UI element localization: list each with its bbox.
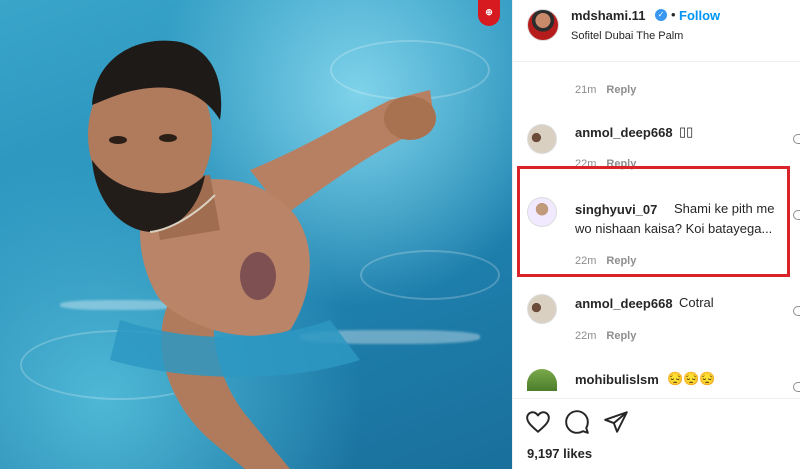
post-photo[interactable]: ⊕ — [0, 0, 512, 469]
follow-button[interactable]: Follow — [679, 8, 720, 23]
profile-avatar[interactable] — [527, 9, 559, 41]
comment-text: 😔😔😔 — [667, 371, 716, 386]
reply-button[interactable]: Reply — [606, 330, 636, 342]
reply-button[interactable]: Reply — [606, 84, 636, 96]
comment-meta: 22m Reply — [575, 255, 636, 267]
comment-like-icon[interactable] — [793, 382, 800, 392]
commenter-avatar[interactable] — [527, 124, 557, 154]
commenter-avatar[interactable] — [527, 369, 557, 391]
commenter-avatar[interactable] — [527, 197, 557, 227]
comment-time: 22m — [575, 255, 597, 267]
team-logo-badge: ⊕ — [478, 0, 500, 26]
post-header: mdshami.11 ✓ • Follow Sofitel Dubai The … — [513, 0, 800, 62]
reply-button[interactable]: Reply — [606, 158, 636, 170]
comment-like-icon[interactable] — [793, 210, 800, 220]
commenter-avatar[interactable] — [527, 294, 557, 324]
share-icon[interactable] — [603, 409, 629, 435]
post-location[interactable]: Sofitel Dubai The Palm — [571, 30, 683, 42]
separator-dot: • — [671, 7, 676, 22]
comment-time: 22m — [575, 158, 597, 170]
post-username[interactable]: mdshami.11 — [571, 8, 645, 23]
comment-text: Shami ke pith me — [674, 201, 775, 216]
comment-meta: 21m Reply — [575, 84, 636, 96]
swimmer-figure — [88, 40, 436, 469]
comment-icon[interactable] — [564, 409, 590, 435]
comment-username[interactable]: singhyuvi_07 — [575, 202, 657, 217]
post-actions-bar: 9,197 likes — [513, 398, 800, 469]
likes-count[interactable]: 9,197 likes — [527, 446, 592, 461]
comment-text-line2: wo nishaan kaisa? Koi batayega... — [575, 221, 773, 236]
heart-icon[interactable] — [525, 409, 551, 435]
comment-like-icon[interactable] — [793, 134, 800, 144]
comment-text: ▯▯ — [679, 124, 694, 139]
comment-meta: 22m Reply — [575, 330, 636, 342]
comment-username[interactable]: anmol_deep668 — [575, 125, 673, 140]
comment-username[interactable]: mohibulislsm — [575, 372, 659, 387]
comment-like-icon[interactable] — [793, 306, 800, 316]
comment-text: Cotral — [679, 295, 714, 310]
post-side-panel: mdshami.11 ✓ • Follow Sofitel Dubai The … — [512, 0, 800, 469]
reply-button[interactable]: Reply — [606, 255, 636, 267]
comment-time: 21m — [575, 84, 597, 96]
comment-time: 22m — [575, 330, 597, 342]
verified-badge-icon: ✓ — [655, 9, 667, 21]
comment-meta: 22m Reply — [575, 158, 636, 170]
comment-username[interactable]: anmol_deep668 — [575, 296, 673, 311]
